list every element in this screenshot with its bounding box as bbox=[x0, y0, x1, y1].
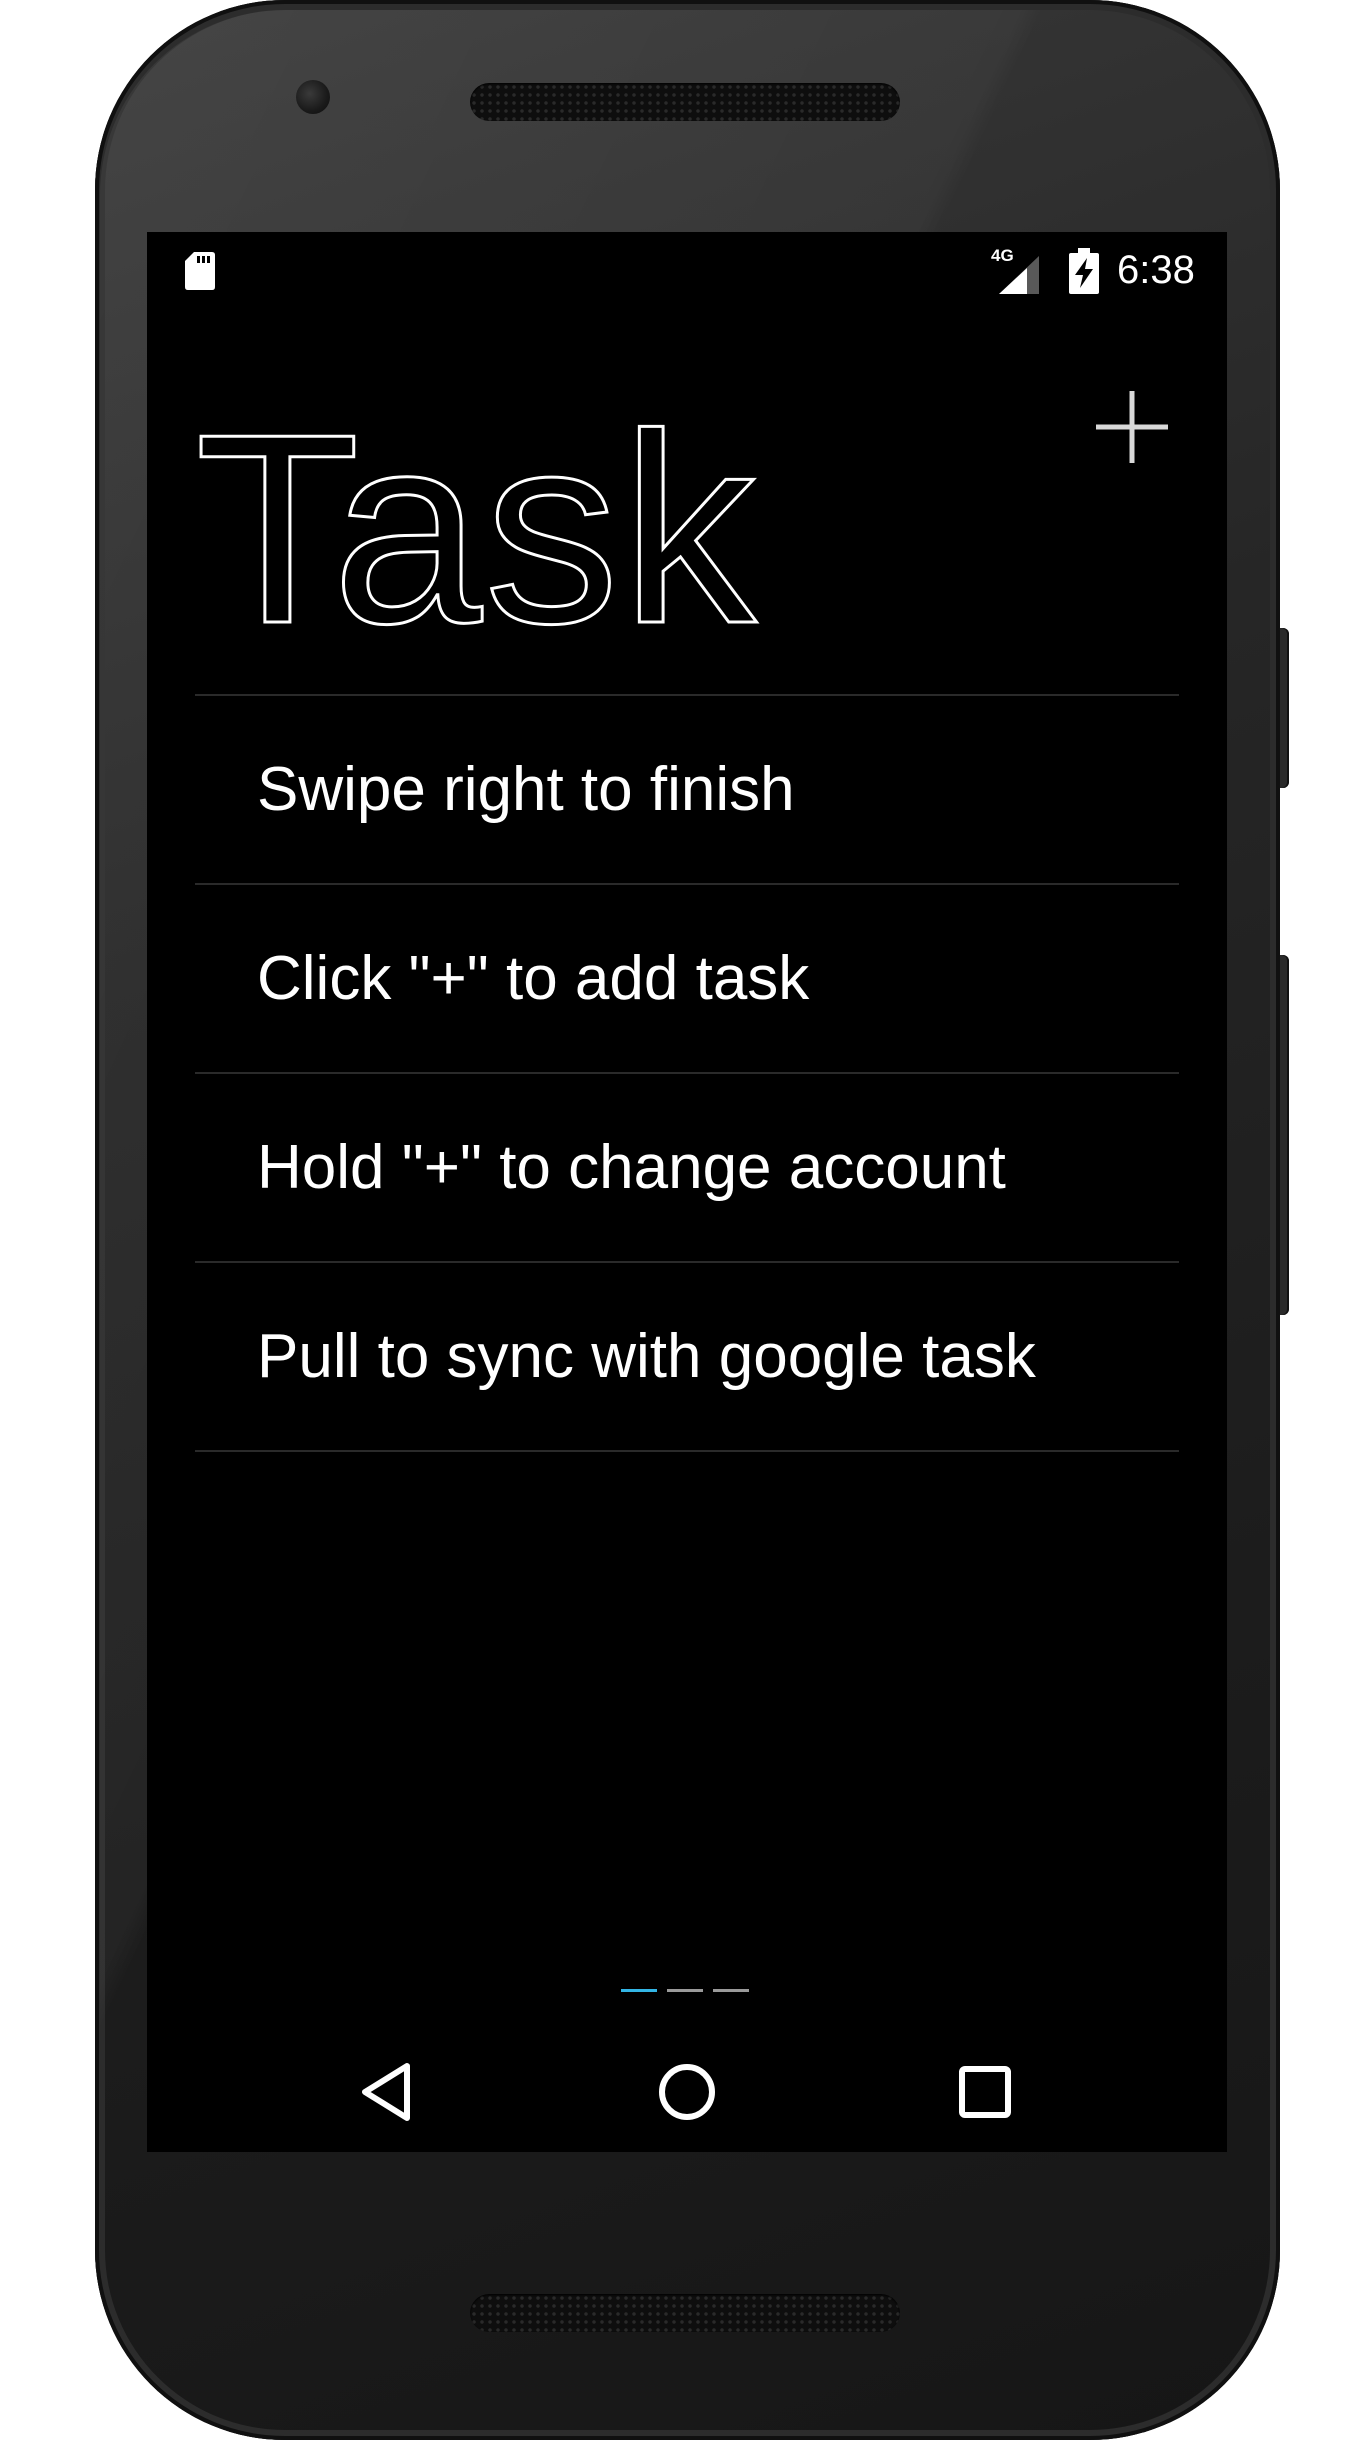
plus-icon[interactable] bbox=[1092, 387, 1172, 467]
app-screen: 4G 6:38 Task Swipe right to finish Click… bbox=[147, 232, 1227, 2152]
sd-card-icon bbox=[185, 252, 215, 290]
recents-icon[interactable] bbox=[945, 2052, 1025, 2132]
task-item-click-add[interactable]: Click "+" to add task bbox=[195, 885, 1179, 1072]
battery-charging-icon bbox=[1069, 248, 1099, 294]
home-icon[interactable] bbox=[647, 2052, 727, 2132]
task-item-swipe[interactable]: Swipe right to finish bbox=[195, 696, 1179, 883]
divider bbox=[195, 1450, 1179, 1452]
status-clock: 6:38 bbox=[1117, 248, 1195, 292]
page-indicator-dash bbox=[713, 1989, 749, 1992]
front-camera bbox=[296, 80, 330, 114]
back-icon[interactable] bbox=[349, 2052, 429, 2132]
task-list: Swipe right to finish Click "+" to add t… bbox=[195, 694, 1179, 1452]
cell-signal-icon bbox=[999, 256, 1039, 294]
task-item-pull-sync[interactable]: Pull to sync with google task bbox=[195, 1263, 1179, 1450]
bottom-speaker-grille bbox=[470, 2294, 900, 2332]
navigation-bar bbox=[147, 2032, 1227, 2152]
top-speaker-grille bbox=[470, 83, 900, 121]
volume-button bbox=[1280, 955, 1289, 1315]
status-bar: 4G 6:38 bbox=[147, 232, 1227, 304]
page-title: Task bbox=[193, 378, 759, 681]
task-item-hold-account[interactable]: Hold "+" to change account bbox=[195, 1074, 1179, 1261]
page-indicator-dash-active bbox=[621, 1989, 657, 1992]
page-indicator bbox=[621, 1989, 749, 1992]
page-indicator-dash bbox=[667, 1989, 703, 1992]
power-button bbox=[1280, 628, 1289, 788]
